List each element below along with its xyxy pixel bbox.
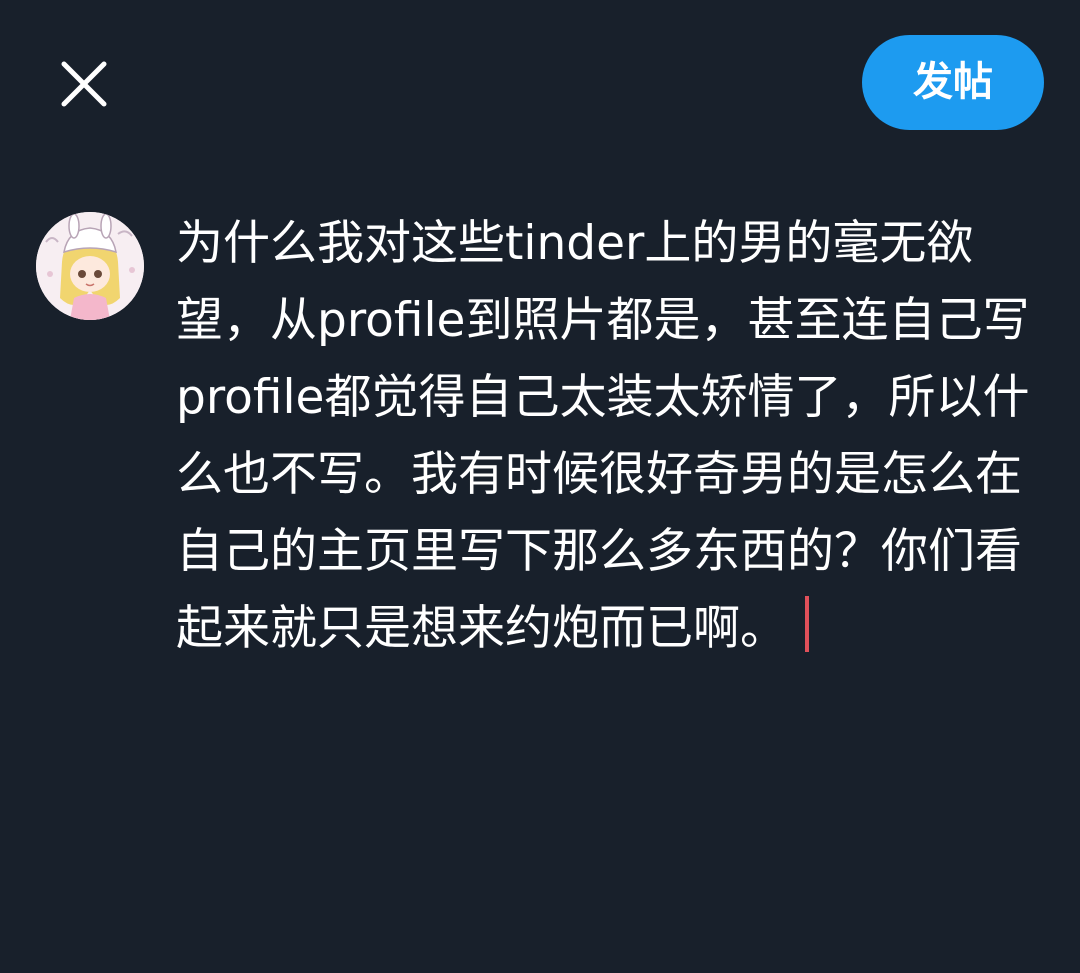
post-button[interactable]: 发帖 [862,35,1044,130]
avatar[interactable] [36,212,144,320]
compose-text[interactable]: 为什么我对这些tinder上的男的毫无欲望，从profile到照片都是，甚至连自… [176,205,1046,667]
close-icon [61,61,107,107]
text-caret [805,596,809,652]
compose-text-content: 为什么我对这些tinder上的男的毫无欲望，从profile到照片都是，甚至连自… [176,216,1030,656]
user-avatar-icon [36,212,144,320]
compose-area[interactable]: 为什么我对这些tinder上的男的毫无欲望，从profile到照片都是，甚至连自… [176,205,1046,667]
close-button[interactable] [56,56,112,112]
